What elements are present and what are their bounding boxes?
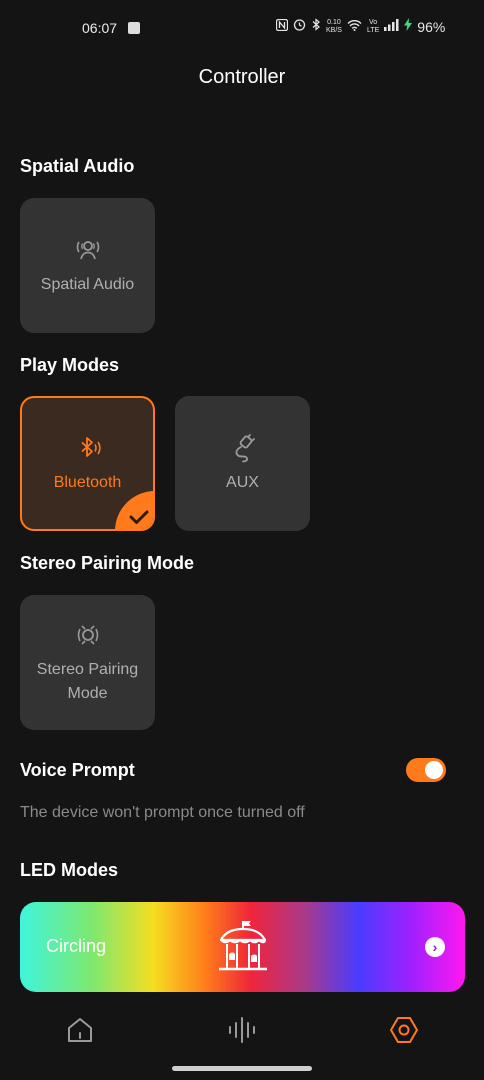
bluetooth-mode-label: Bluetooth: [53, 473, 122, 491]
bluetooth-mode-tile[interactable]: Bluetooth: [20, 396, 155, 531]
nav-settings[interactable]: [388, 1014, 420, 1046]
chevron-right-icon[interactable]: ›: [425, 937, 445, 957]
led-modes-section-title: LED Modes: [20, 860, 119, 880]
selected-check-badge: [115, 491, 153, 529]
nfc-icon: [275, 18, 289, 35]
spatial-audio-section-title: Spatial Audio: [20, 156, 135, 176]
check-icon: [129, 510, 149, 524]
nav-equalizer[interactable]: [226, 1014, 258, 1046]
alarm-icon: [293, 18, 306, 35]
stereo-pairing-icon: [77, 624, 98, 645]
voice-prompt-row: Voice Prompt: [20, 758, 446, 784]
bluetooth-icon: [80, 436, 101, 457]
aux-mode-label: AUX: [226, 473, 259, 491]
net-speed-unit: KB/S: [326, 26, 342, 34]
aux-mode-tile[interactable]: AUX: [175, 396, 310, 531]
toggle-knob: [425, 761, 443, 779]
play-modes-section-title: Play Modes: [20, 355, 120, 375]
stereo-pairing-tile-label: Stereo Pairing Mode: [36, 660, 139, 702]
volte-indicator: Vo LTE: [367, 19, 379, 35]
spatial-audio-tile[interactable]: Spatial Audio: [20, 198, 155, 333]
signal-icon: [384, 18, 399, 35]
battery-percent: 96%: [417, 18, 446, 35]
home-icon: [68, 1018, 92, 1042]
charging-icon: [404, 18, 413, 35]
spatial-audio-icon: [76, 240, 99, 259]
bluetooth-status-icon: [311, 18, 321, 35]
status-icons: 0.10 KB/S Vo LTE 96%: [275, 18, 446, 35]
carousel-icon: [219, 921, 267, 971]
gesture-home-bar[interactable]: [172, 1066, 312, 1071]
net-speed-value: 0.10: [327, 18, 341, 26]
nav-home[interactable]: [64, 1014, 96, 1046]
voice-prompt-description: The device won't prompt once turned off: [20, 804, 305, 821]
led-mode-card[interactable]: Circling ›: [20, 902, 465, 992]
notification-icon: [128, 22, 140, 34]
bottom-nav: [0, 1000, 484, 1060]
voice-prompt-label: Voice Prompt: [20, 760, 135, 780]
stereo-pairing-tile[interactable]: Stereo Pairing Mode: [20, 595, 155, 730]
page-title: Controller: [198, 66, 286, 88]
stereo-pairing-section-title: Stereo Pairing Mode: [20, 553, 195, 573]
aux-cable-icon: [235, 433, 255, 462]
volte-bottom: LTE: [366, 26, 380, 34]
led-mode-label: Circling: [46, 936, 107, 956]
wifi-icon: [347, 19, 362, 35]
status-time: 06:07: [82, 20, 118, 36]
net-speed: 0.10 KB/S: [326, 19, 342, 35]
volte-top: Vo: [369, 18, 378, 26]
status-bar: 06:07 0.10 KB/S Vo LTE 96%: [0, 0, 484, 56]
settings-hexagon-icon: [390, 1017, 418, 1043]
voice-prompt-toggle[interactable]: [406, 758, 446, 782]
equalizer-icon: [229, 1017, 255, 1043]
spatial-audio-tile-label: Spatial Audio: [40, 275, 135, 293]
